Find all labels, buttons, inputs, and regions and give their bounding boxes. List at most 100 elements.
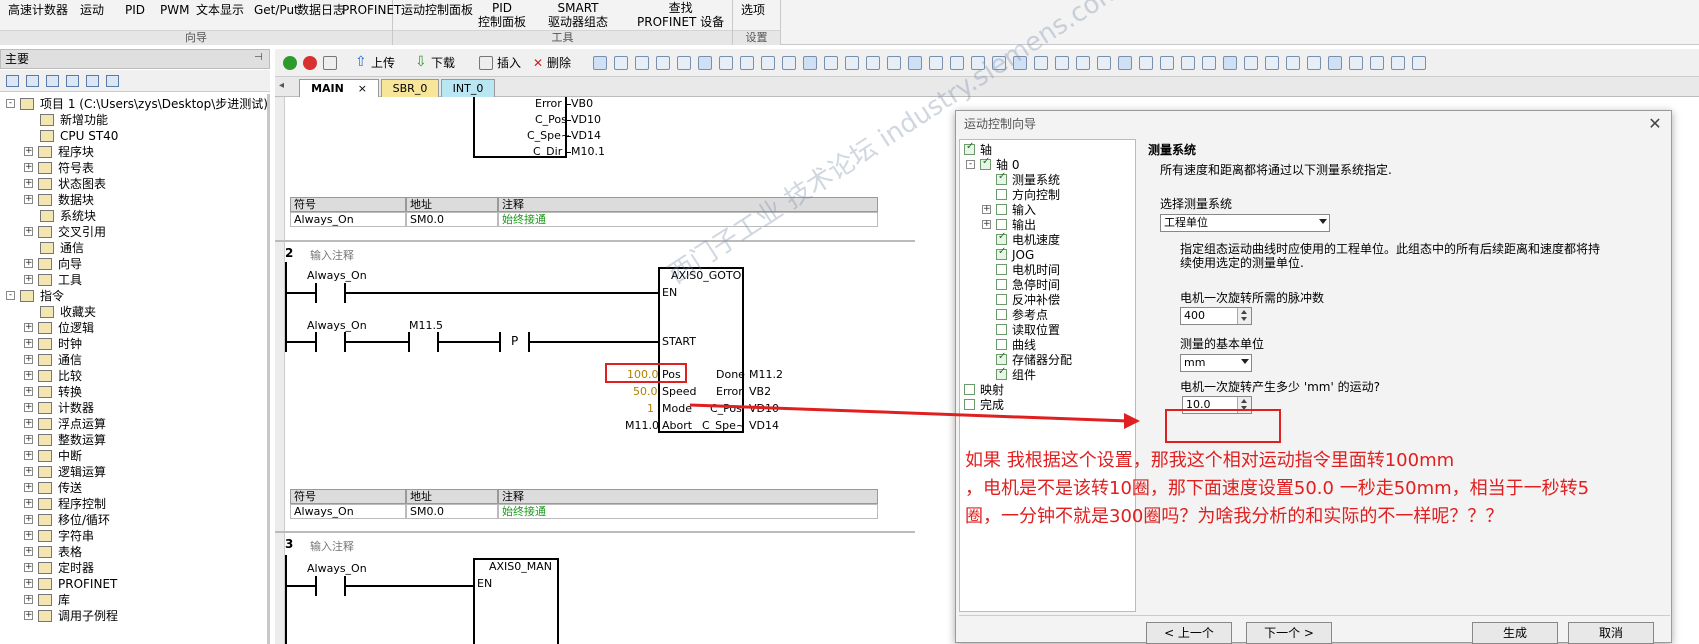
toolbar-icon[interactable]: [1160, 56, 1174, 70]
toolbar-icon[interactable]: [1244, 56, 1258, 70]
download-button[interactable]: 下载: [431, 56, 455, 70]
expand-icon[interactable]: +: [24, 435, 33, 444]
tool-motion-panel[interactable]: 运动控制面板: [401, 3, 473, 17]
prev-button[interactable]: < 上一个: [1146, 622, 1232, 644]
close-icon[interactable]: ×: [358, 82, 367, 95]
pin-value[interactable]: VB0: [571, 97, 593, 110]
settings-options[interactable]: 选项: [741, 3, 765, 17]
collapse-icon[interactable]: -: [6, 291, 15, 300]
toolbar-icon[interactable]: [1118, 56, 1132, 70]
toolbar-icon[interactable]: [635, 56, 649, 70]
cell-address[interactable]: SM0.0: [406, 212, 498, 227]
toolbar-icon[interactable]: [761, 56, 775, 70]
pulses-input[interactable]: 400: [1180, 307, 1252, 325]
expand-icon[interactable]: +: [982, 220, 991, 229]
cell-symbol[interactable]: Always_On: [290, 504, 406, 519]
wizard-hsc[interactable]: 高速计数器: [8, 3, 68, 17]
toolbar-icon[interactable]: [866, 56, 880, 70]
tree-item[interactable]: 浮点运算: [58, 416, 106, 432]
tree-item[interactable]: 调用子例程: [58, 608, 118, 624]
cell-comment[interactable]: 始终接通: [498, 212, 878, 227]
toolbar-icon[interactable]: [1055, 56, 1069, 70]
toolbar-icon[interactable]: [1370, 56, 1384, 70]
expand-icon[interactable]: +: [24, 227, 33, 236]
tree-item[interactable]: 位逻辑: [58, 320, 94, 336]
wizard-pwm[interactable]: PWM: [160, 3, 189, 17]
wizard-text-display[interactable]: 文本显示: [196, 3, 244, 17]
output-value[interactable]: M11.2: [749, 368, 783, 381]
cell-address[interactable]: SM0.0: [406, 504, 498, 519]
expand-icon[interactable]: +: [24, 595, 33, 604]
input-value[interactable]: 1: [647, 402, 654, 415]
expand-icon[interactable]: +: [24, 531, 33, 540]
expand-icon[interactable]: +: [24, 147, 33, 156]
pin-value[interactable]: VD10: [571, 113, 601, 126]
wizard-step[interactable]: 参考点: [1012, 307, 1048, 323]
tree-item[interactable]: CPU ST40: [60, 128, 118, 144]
toolbar-icon[interactable]: [845, 56, 859, 70]
toolbar-icon[interactable]: [887, 56, 901, 70]
tree-item[interactable]: 通信: [60, 240, 84, 256]
toolbar-icon[interactable]: [1013, 56, 1027, 70]
cell-comment[interactable]: 始终接通: [498, 504, 878, 519]
wizard-step[interactable]: 方向控制: [1012, 187, 1060, 203]
collapse-icon[interactable]: -: [966, 160, 975, 169]
expand-icon[interactable]: +: [24, 563, 33, 572]
toolbar-icon[interactable]: [1307, 56, 1321, 70]
tree-item[interactable]: 计数器: [58, 400, 94, 416]
tool-find-profinet[interactable]: 查找 PROFINET 设备: [637, 1, 724, 29]
wizard-datalog[interactable]: 数据日志: [297, 3, 345, 17]
tree-item[interactable]: 程序块: [58, 144, 94, 160]
expand-icon[interactable]: +: [982, 205, 991, 214]
wizard-step[interactable]: 读取位置: [1012, 322, 1060, 338]
tree-item[interactable]: 指令: [40, 288, 64, 304]
wizard-step[interactable]: 映射: [980, 382, 1004, 398]
tree-item[interactable]: 整数运算: [58, 432, 106, 448]
wizard-step[interactable]: 输入: [1012, 202, 1036, 218]
tree-item[interactable]: 状态图表: [58, 176, 106, 192]
view-icon[interactable]: [86, 75, 99, 87]
toolbar-icon[interactable]: [1181, 56, 1195, 70]
stop-icon[interactable]: [303, 56, 317, 70]
toolbar-icon[interactable]: [698, 56, 712, 70]
tree-item[interactable]: 通信: [58, 352, 82, 368]
toolbar-icon[interactable]: [824, 56, 838, 70]
wizard-step[interactable]: 曲线: [1012, 337, 1036, 353]
cell-symbol[interactable]: Always_On: [290, 212, 406, 227]
toolbar-icon[interactable]: [803, 56, 817, 70]
tab-int0[interactable]: INT_0: [441, 79, 495, 97]
toolbar-icon[interactable]: [1412, 56, 1426, 70]
expand-icon[interactable]: +: [24, 371, 33, 380]
toolbar-icon[interactable]: [614, 56, 628, 70]
output-value[interactable]: VD14: [749, 419, 779, 432]
toolbar-icon[interactable]: [656, 56, 670, 70]
expand-icon[interactable]: +: [24, 259, 33, 268]
tool-smart-drive[interactable]: SMART 驱动器组态: [548, 1, 608, 29]
tree-item[interactable]: 系统块: [60, 208, 96, 224]
pin-value[interactable]: VD14: [571, 129, 601, 142]
tree-item[interactable]: 逻辑运算: [58, 464, 106, 480]
toolbar-icon[interactable]: [1286, 56, 1300, 70]
upload-button[interactable]: 上传: [371, 56, 395, 70]
wizard-getput[interactable]: Get/Put: [254, 3, 299, 17]
delete-button[interactable]: 删除: [547, 56, 571, 70]
collapse-icon[interactable]: -: [6, 99, 15, 108]
tree-item[interactable]: 收藏夹: [60, 304, 96, 320]
tree-item[interactable]: 字符串: [58, 528, 94, 544]
toolbar-icon[interactable]: [1034, 56, 1048, 70]
expand-icon[interactable]: +: [24, 467, 33, 476]
view-icon[interactable]: [6, 75, 19, 87]
tree-item[interactable]: 库: [58, 592, 70, 608]
tool-pid-panel[interactable]: PID 控制面板: [478, 1, 526, 29]
expand-icon[interactable]: +: [24, 451, 33, 460]
expand-icon[interactable]: +: [24, 323, 33, 332]
wizard-step[interactable]: 测量系统: [1012, 172, 1060, 188]
tab-scroll-left-icon[interactable]: ◂: [279, 80, 284, 91]
wizard-pid[interactable]: PID: [125, 3, 145, 17]
tree-item[interactable]: 新增功能: [60, 112, 108, 128]
tree-item[interactable]: 传送: [58, 480, 82, 496]
tree-item[interactable]: 数据块: [58, 192, 94, 208]
output-value[interactable]: VD10: [749, 402, 779, 415]
pin-value[interactable]: M10.1: [571, 145, 605, 158]
tree-item[interactable]: 交叉引用: [58, 224, 106, 240]
